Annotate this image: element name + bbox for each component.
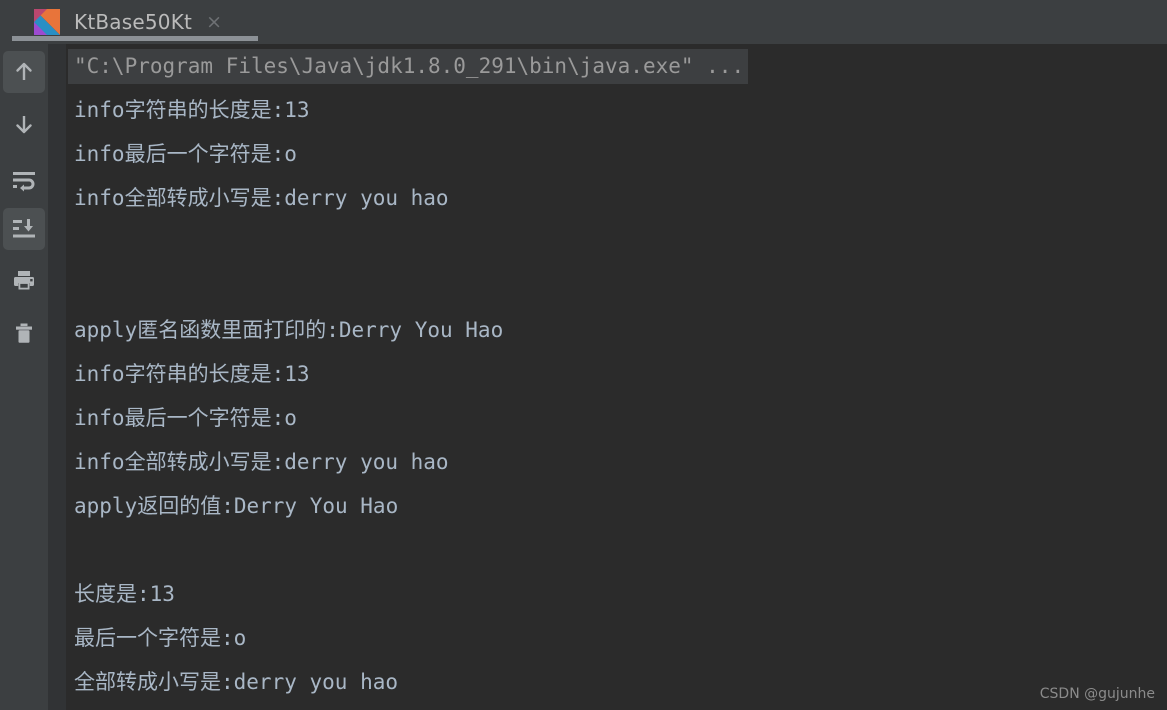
console-lines: "C:\Program Files\Java\jdk1.8.0_291\bin\… [66, 44, 1167, 710]
arrow-down-icon [12, 112, 36, 136]
console-line: info全部转成小写是:derry you hao [74, 186, 449, 210]
command-line-text: "C:\Program Files\Java\jdk1.8.0_291\bin\… [68, 49, 749, 84]
soft-wrap-icon [11, 168, 37, 192]
console-line: 最后一个字符是:o [74, 626, 247, 650]
arrow-up-icon [12, 60, 36, 84]
soft-wrap-button[interactable] [3, 159, 45, 201]
run-console-window: KtBase50Kt × "C:\Program Files\Java\jdk1… [0, 0, 1167, 710]
console-line: 长度是:13 [74, 582, 175, 606]
console-toolbar [0, 44, 48, 710]
console-line: apply返回的值:Derry You Hao [74, 494, 399, 518]
console-line: apply匿名函数里面打印的:Derry You Hao [74, 318, 504, 342]
scroll-to-end-button[interactable] [3, 208, 45, 250]
print-button[interactable] [3, 260, 45, 302]
tab-title: KtBase50Kt [74, 10, 193, 34]
tab-bar: KtBase50Kt × [0, 0, 1167, 44]
console-line: info最后一个字符是:o [74, 406, 297, 430]
console-line: info最后一个字符是:o [74, 142, 297, 166]
console-line: info全部转成小写是:derry you hao [74, 450, 449, 474]
console-line: 全部转成小写是:derry you hao [74, 670, 399, 694]
console-line: info字符串的长度是:13 [74, 362, 310, 386]
rerun-up-arrow-button[interactable] [3, 51, 45, 93]
scroll-down-arrow-button[interactable] [3, 103, 45, 145]
console-output-area[interactable]: "C:\Program Files\Java\jdk1.8.0_291\bin\… [48, 44, 1167, 710]
close-icon[interactable]: × [206, 12, 222, 32]
kotlin-icon [34, 9, 60, 35]
console-line-command: "C:\Program Files\Java\jdk1.8.0_291\bin\… [66, 44, 1167, 88]
console-gutter [48, 44, 66, 710]
trash-icon [12, 321, 36, 345]
console-line: info字符串的长度是:13 [74, 98, 310, 122]
tab-active-underline [12, 36, 258, 41]
watermark: CSDN @gujunhe [1039, 686, 1155, 702]
clear-all-button[interactable] [3, 312, 45, 354]
printer-icon [11, 269, 37, 293]
scroll-to-end-icon [11, 217, 37, 241]
